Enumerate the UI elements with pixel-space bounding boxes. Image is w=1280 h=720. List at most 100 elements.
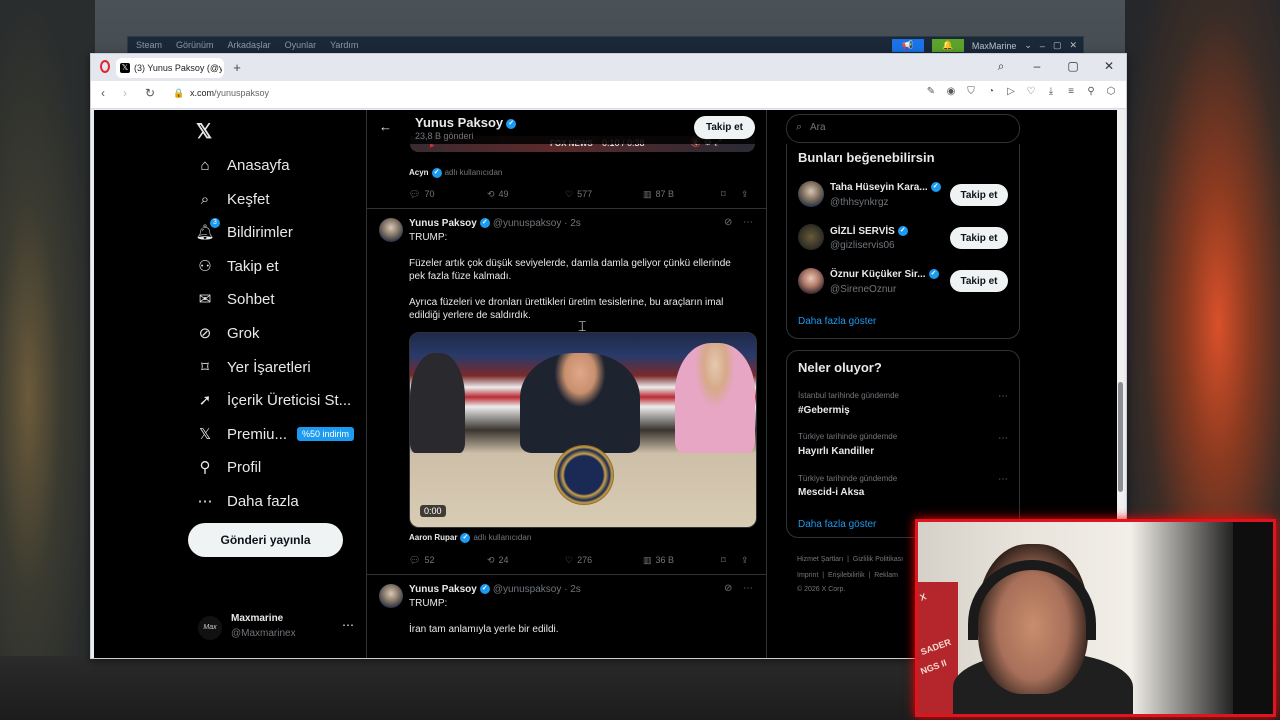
bookmark-icon[interactable]: ⌑ [721,553,741,567]
steam-username[interactable]: MaxMarine [972,41,1017,51]
repost-button[interactable]: ⟲ 24 [487,553,565,567]
megaphone-icon[interactable]: 📢 [891,39,924,52]
video-source[interactable]: Aaron Rupar ✓ adlı kullanıcıdan [409,533,531,543]
more-icon[interactable]: ⋯ [998,433,1008,444]
sidebar-item-follow[interactable]: ⚇ Takip et [196,254,278,278]
back-icon[interactable]: ‹ [101,86,105,100]
account-switcher[interactable]: Max Maxmarine @Maxmarinex ⋯ [198,610,358,646]
browser-tab[interactable]: 𝕏 (3) Yunus Paksoy (@yunus [116,58,224,78]
post-author[interactable]: Yunus Paksoy ✓ @yunuspaksoy · 2s [409,218,581,229]
more-icon[interactable]: ⋯ [743,583,753,594]
sidebar-item-home[interactable]: ⌂ Anasayfa [196,153,289,177]
steam-menu-item[interactable]: Arkadaşlar [228,40,271,50]
footer-link[interactable]: Imprint [797,572,818,579]
edit-icon[interactable]: ✎ [926,86,936,97]
suggestion-name[interactable]: GİZLİ SERVİS ✓ [830,226,908,237]
footer-link[interactable]: Hizmet Şartları [797,556,843,563]
follow-button[interactable]: Takip et [694,116,755,139]
sidebar-item-grok[interactable]: ⊘ Grok [196,321,260,345]
chevron-down-icon[interactable]: ⌄ [1024,40,1032,51]
steam-menu-item[interactable]: Yardım [330,40,358,50]
bookmark-icon[interactable]: ⌑ [721,187,741,201]
menu-icon[interactable]: ≡ [1066,86,1076,97]
search-input[interactable]: ⌕ Ara [786,114,1020,143]
back-arrow-icon[interactable]: ← [379,119,392,134]
footer-link[interactable]: Erişilebilirlik [828,572,865,579]
share-icon[interactable]: ⇪ [741,187,749,201]
notification-bell-icon[interactable]: 🔔 [931,39,964,52]
follow-button[interactable]: Takip et [950,270,1008,292]
minimize-icon[interactable]: – [1040,41,1045,51]
maximize-icon[interactable]: ▢ [1053,40,1062,51]
sidebar-item-more[interactable]: ⋯ Daha fazla [196,489,299,513]
reply-button[interactable]: 💬︎ 52 [409,553,487,567]
show-more-link[interactable]: Daha fazla göster [798,519,876,530]
play-icon[interactable]: ▷ [1006,86,1016,97]
x-logo-icon[interactable]: 𝕏 [196,119,212,144]
sidebar-item-explore[interactable]: ⌕ Keşfet [196,187,270,211]
maximize-icon[interactable]: ▢ [1066,59,1080,74]
more-icon[interactable]: ⋯ [998,391,1008,402]
suggestion-name[interactable]: Taha Hüseyin Kara... ✓ [830,182,941,193]
trend-title[interactable]: #Gebermiş [798,405,850,416]
reply-button[interactable]: 💬︎ 70 [409,187,487,201]
download-icon[interactable]: ⤓ [1046,86,1056,97]
reload-icon[interactable]: ↻ [145,86,155,100]
follow-button[interactable]: Takip et [950,184,1008,206]
sidebar-item-creator-studio[interactable]: ➚ İçerik Üreticisi St... [196,388,351,412]
url-field[interactable]: x.com/yunuspaksoy [190,88,269,98]
minimize-icon[interactable]: – [1030,59,1044,74]
share-icon[interactable]: ⇪ [741,553,749,567]
show-more-link[interactable]: Daha fazla göster [798,316,876,327]
avatar[interactable] [798,181,824,207]
sidebar-item-premium[interactable]: 𝕏 Premiu... %50 indirim [196,422,355,446]
views-button[interactable]: ▥ 36 B [643,553,721,567]
new-tab-icon[interactable]: + [229,60,245,76]
follow-button[interactable]: Takip et [950,227,1008,249]
views-button[interactable]: ▥ 87 B [643,187,721,201]
more-icon[interactable]: ⋯ [998,474,1008,485]
opera-logo-icon[interactable] [100,60,110,73]
sidebar-item-bookmarks[interactable]: ⌑ Yer İşaretleri [196,355,311,379]
suggestion-name[interactable]: Öznur Küçüker Sir... ✓ [830,269,939,280]
scrollbar-thumb[interactable] [1118,382,1123,492]
shield-icon[interactable]: ⛉ [966,86,976,97]
more-icon[interactable]: ⋯ [743,217,753,228]
grok-icon[interactable]: ⊘ [724,217,732,228]
trend-title[interactable]: Mescid-i Aksa [798,487,864,498]
steam-menu-item[interactable]: Steam [136,40,162,50]
vpn-icon[interactable]: ◔ [986,86,996,97]
repost-button[interactable]: ⟲ 49 [487,187,565,201]
close-icon[interactable]: ✕ [1069,40,1077,51]
steam-menu-item[interactable]: Oyunlar [285,40,317,50]
post-button[interactable]: Gönderi yayınla [188,523,343,557]
sidebar-item-notifications[interactable]: 🔔︎ 3 Bildirimler [195,218,293,244]
post-video[interactable]: 0:00 [409,332,757,528]
profile-icon[interactable]: ⚲ [1086,86,1096,97]
avatar[interactable] [798,224,824,250]
extension-icon[interactable]: ⬡ [1106,86,1116,97]
footer-link[interactable]: Gizlilik Politikası [853,556,903,563]
sidebar-item-messages[interactable]: ✉ Sohbet [196,287,275,311]
search-tabs-icon[interactable]: ⌕ [994,59,1008,74]
sidebar-item-profile[interactable]: ⚲ Profil [196,455,262,479]
footer-link[interactable]: Reklam [874,572,898,579]
post-actions: 💬︎ 52 ⟲ 24 ♡ 276 ▥ 36 B ⌑ ⇪ [409,553,755,567]
grok-icon[interactable]: ⊘ [724,583,732,594]
close-icon[interactable]: ✕ [1102,59,1116,74]
avatar[interactable] [379,218,403,242]
trend-title[interactable]: Hayırlı Kandiller [798,446,874,457]
like-button[interactable]: ♡ 577 [565,187,643,201]
lock-icon: 🔒 [173,88,185,98]
more-icon[interactable]: ⋯ [342,618,354,632]
like-button[interactable]: ♡ 276 [565,553,643,567]
forward-icon[interactable]: › [123,86,127,100]
post-author[interactable]: Yunus Paksoy ✓ @yunuspaksoy · 2s [409,584,581,595]
video-source[interactable]: Acyn ✓ adlı kullanıcıdan [409,168,502,178]
avatar[interactable] [379,584,403,608]
camera-icon[interactable]: ◉ [946,86,956,97]
steam-menu-item[interactable]: Görünüm [176,40,214,50]
avatar[interactable] [798,268,824,294]
heart-icon: ♡ [565,554,574,565]
heart-icon[interactable]: ♡ [1026,86,1036,97]
